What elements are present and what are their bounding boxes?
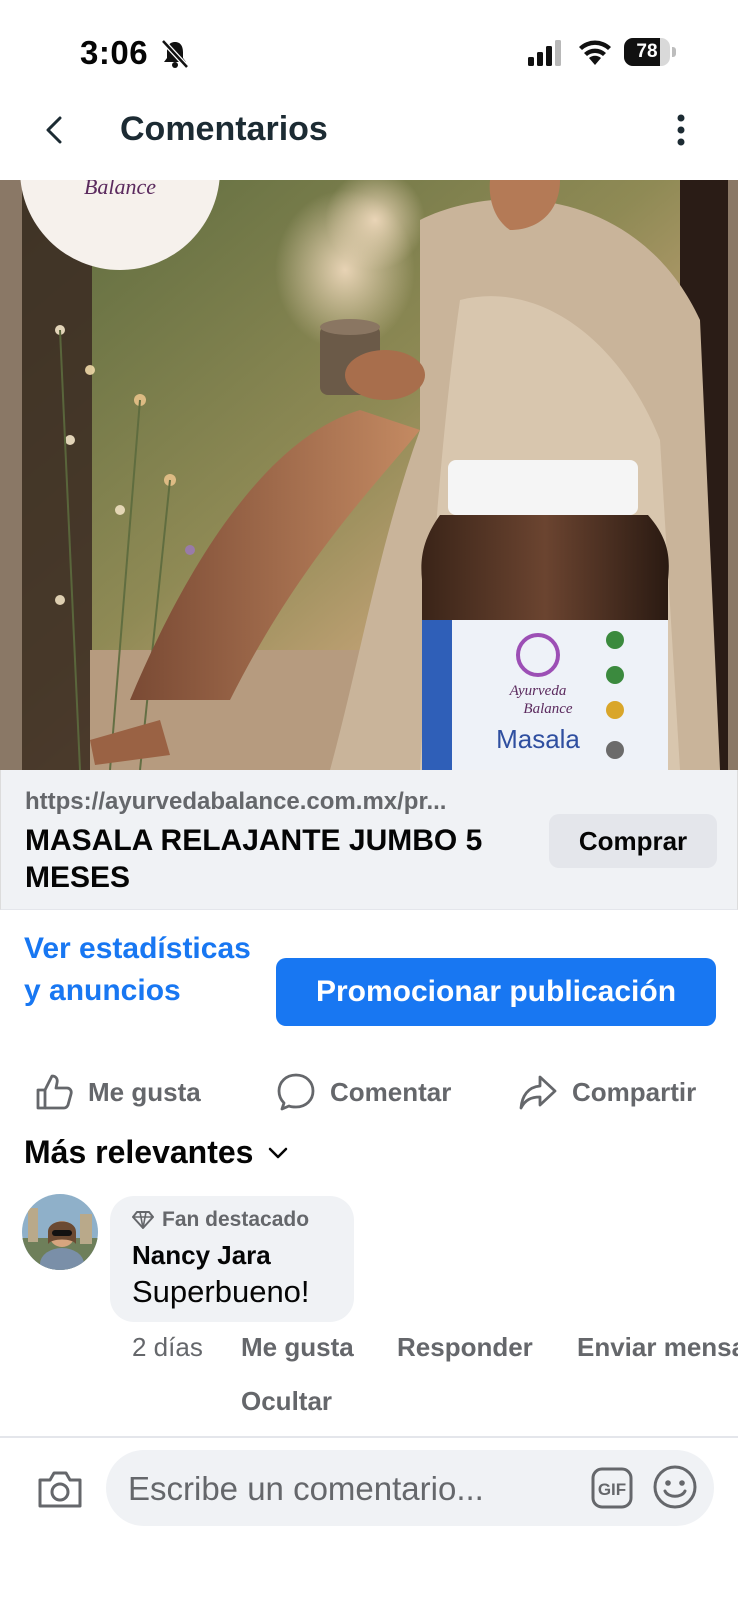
- back-arrow-icon[interactable]: [36, 110, 76, 150]
- jar-label: Masala: [496, 724, 580, 754]
- emoji-icon[interactable]: [652, 1464, 698, 1510]
- comment-bubble[interactable]: Fan destacado Nancy Jara Superbueno!: [110, 1196, 354, 1322]
- like-button[interactable]: Me gusta: [34, 1068, 201, 1116]
- thumbs-up-icon: [36, 1074, 73, 1110]
- logo-text: Balance: [84, 180, 156, 199]
- like-label: Me gusta: [88, 1076, 201, 1107]
- jar-brand-line1: Ayurveda: [509, 683, 567, 699]
- comment-send-message-button[interactable]: Enviar mensaje: [577, 1332, 738, 1363]
- comment-timestamp: 2 días: [132, 1332, 203, 1362]
- comment-button[interactable]: Comentar: [276, 1068, 451, 1116]
- comment-author[interactable]: Nancy Jara: [132, 1240, 271, 1271]
- avatar[interactable]: [22, 1194, 98, 1270]
- comment-sort-dropdown[interactable]: Más relevantes: [24, 1134, 289, 1171]
- share-button[interactable]: Compartir: [518, 1068, 696, 1116]
- diamond-icon: [132, 1211, 154, 1229]
- comment-input-placeholder: Escribe un comentario...: [128, 1470, 484, 1507]
- post-image[interactable]: Balance Ayurveda Balance Masala: [0, 180, 738, 770]
- post-actions: Me gusta Comentar Compartir: [0, 1068, 738, 1116]
- battery-level: 78: [636, 41, 658, 62]
- share-arrow-icon: [519, 1075, 557, 1110]
- page-title: Comentarios: [120, 110, 328, 148]
- status-bar: 3:06 78: [0, 0, 738, 100]
- comment-hide-button[interactable]: Ocultar: [241, 1386, 332, 1417]
- stats-and-ads-link[interactable]: Ver estadísticas y anuncios: [24, 928, 264, 1012]
- badge-label: Fan destacado: [162, 1208, 310, 1231]
- more-options-icon[interactable]: [666, 110, 696, 150]
- cellular-signal-icon: [528, 40, 561, 66]
- chevron-down-icon: [269, 1147, 288, 1158]
- gif-icon[interactable]: GIF: [590, 1466, 634, 1510]
- top-fan-badge: Fan destacado: [132, 1208, 309, 1232]
- header: Comentarios: [0, 100, 738, 180]
- jar-brand-line2: Balance: [523, 701, 572, 717]
- post-photo: Balance Ayurveda Balance Masala: [0, 180, 738, 770]
- comment-reply-button[interactable]: Responder: [397, 1332, 533, 1363]
- comment-label: Comentar: [330, 1076, 452, 1107]
- bell-muted-icon: [161, 39, 189, 69]
- wifi-icon: [579, 40, 611, 65]
- comment-like-button[interactable]: Me gusta: [241, 1332, 354, 1363]
- status-time: 3:06: [80, 34, 149, 71]
- link-title: MASALA RELAJANTE JUMBO 5 MESES: [25, 824, 483, 894]
- sort-label: Más relevantes: [24, 1134, 254, 1170]
- camera-icon[interactable]: [36, 1468, 84, 1510]
- comment-bubble-icon: [277, 1073, 315, 1111]
- link-url: https://ayurvedabalance.com.mx/pr...: [25, 788, 447, 815]
- share-label: Compartir: [572, 1076, 697, 1107]
- battery-indicator: 78: [624, 38, 676, 66]
- comment-text: Superbueno!: [132, 1274, 310, 1309]
- svg-text:GIF: GIF: [598, 1480, 626, 1499]
- link-preview[interactable]: https://ayurvedabalance.com.mx/pr... MAS…: [0, 770, 738, 910]
- comment-input[interactable]: Escribe un comentario... GIF: [106, 1450, 714, 1526]
- promote-post-button[interactable]: Promocionar publicación: [276, 958, 716, 1026]
- divider: [0, 1436, 738, 1438]
- buy-button[interactable]: Comprar: [549, 814, 717, 868]
